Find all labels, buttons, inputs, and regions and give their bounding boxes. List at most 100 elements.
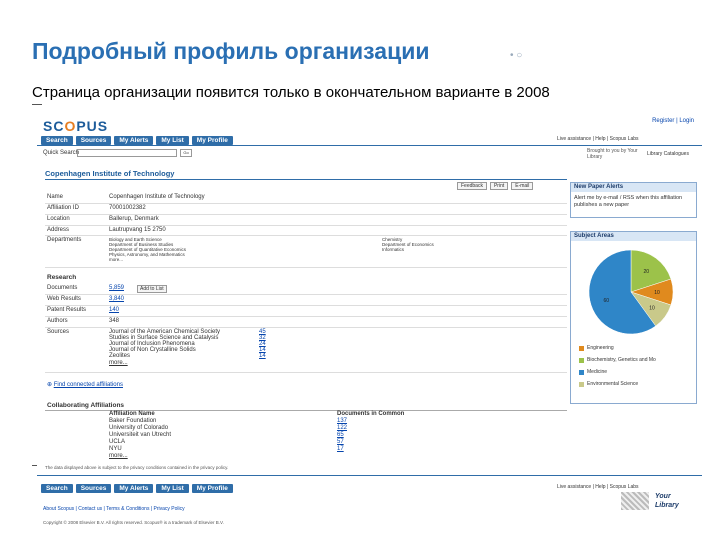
legend-label: Environmental Science — [587, 381, 639, 387]
add-to-list-button[interactable]: Add to List — [137, 285, 167, 293]
register-login-link[interactable]: Register | Login — [652, 118, 694, 124]
your-library-label: Your Library — [655, 493, 679, 509]
departments-more-link[interactable]: more... — [109, 257, 186, 262]
nav-rule — [37, 145, 702, 146]
collab-more-link[interactable]: more... — [109, 453, 128, 459]
row-separator — [45, 305, 567, 306]
your-library-badge[interactable]: Your Library — [621, 482, 701, 530]
row-separator — [45, 214, 567, 215]
subject-pie-chart: 20 10 10 60 — [588, 249, 674, 335]
privacy-note: The data displayed above is subject to t… — [45, 465, 229, 470]
field-value: Lautrupvang 15 2750 — [109, 227, 166, 233]
legend-label: Engineering — [587, 345, 614, 351]
row-separator — [45, 372, 567, 373]
subject-header: Subject Areas — [571, 232, 696, 241]
affiliation-docs-link[interactable]: 122 — [337, 425, 347, 431]
legend-label: Biochemistry, Genetics and Mo — [587, 357, 656, 363]
legend-swatch — [579, 357, 584, 363]
pie-slice-label: 20 — [644, 269, 650, 275]
patent-results-link[interactable]: 140 — [109, 307, 119, 313]
legend-label: Medicine — [587, 369, 608, 375]
pie-slice-label: 60 — [603, 298, 609, 304]
affiliation-name: Baker Foundation — [109, 418, 157, 424]
affiliation-docs-link[interactable]: 57 — [337, 439, 344, 445]
legend-medicine: Medicine — [579, 369, 607, 375]
documents-count-link[interactable]: 5,859 — [109, 285, 124, 291]
source-name[interactable]: Zeolites — [109, 353, 130, 359]
nav-my-alerts[interactable]: My Alerts — [114, 484, 154, 493]
dots-decor: • ○ — [510, 50, 523, 61]
nav-my-list[interactable]: My List — [156, 136, 189, 145]
print-button[interactable]: Print — [489, 182, 509, 190]
authors-count: 348 — [109, 318, 120, 324]
row-separator — [45, 267, 567, 268]
help-links[interactable]: Live assistance | Help | Scopus Labs — [557, 136, 639, 142]
slide-subtitle: Страница организации появится только в о… — [32, 84, 550, 101]
row-separator — [45, 203, 567, 204]
departments-right: Chemistry Department of Economics Inform… — [382, 237, 434, 252]
alerts-header: New Paper Alerts — [571, 183, 696, 192]
affiliation-name: Universiteit van Utrecht — [109, 432, 172, 438]
departments-left: Biology and Earth Science Department of … — [109, 237, 186, 262]
find-connected-affiliations[interactable]: ⊕ Find connected affiliations — [47, 381, 123, 388]
footer-links[interactable]: About Scopus | Contact us | Terms & Cond… — [43, 506, 185, 512]
bottom-nav: Search Sources My Alerts My List My Prof… — [37, 484, 233, 493]
nav-sources[interactable]: Sources — [75, 484, 112, 493]
brought-to-you: Brought to you by Your Library — [587, 148, 638, 160]
quick-search-input[interactable] — [77, 149, 177, 157]
source-count[interactable]: 14 — [259, 353, 266, 359]
field-label: Departments — [47, 237, 82, 243]
add-to-list-label: Add to List — [140, 286, 164, 292]
feedback-button[interactable]: Feedback — [457, 182, 487, 190]
legend-environmental: Environmental Science — [579, 381, 638, 387]
affiliation-docs-link[interactable]: 137 — [337, 418, 347, 424]
quick-search-label: Quick Search — [43, 150, 80, 156]
legend-swatch — [579, 369, 584, 375]
affiliation-docs-link[interactable]: 65 — [337, 432, 344, 438]
email-button[interactable]: E-mail — [511, 182, 534, 190]
scopus-logo[interactable]: SCOPUS — [43, 118, 108, 134]
field-value: 70001002382 — [109, 205, 146, 211]
slide-title: Подробный профиль организации — [32, 38, 430, 64]
alerts-text[interactable]: Alert me by e-mail / RSS when this affil… — [571, 192, 696, 212]
nav-my-list[interactable]: My List — [156, 484, 189, 493]
web-results-link[interactable]: 3,840 — [109, 296, 124, 302]
footer-rule — [37, 475, 702, 476]
affiliation-docs-link[interactable]: 17 — [337, 446, 344, 452]
collab-header: Collaborating Affiliations — [47, 402, 125, 409]
title-rule — [45, 179, 567, 180]
pie-slice-label: 10 — [654, 290, 660, 296]
collab-col-docs: Documents in Common — [337, 411, 405, 417]
scopus-screenshot: SCOPUS Register | Login Search Sources M… — [37, 114, 702, 532]
library-catalogue-link[interactable]: Library Catalogues — [647, 151, 689, 157]
nav-search[interactable]: Search — [41, 484, 73, 493]
sources-more-link[interactable]: more... — [109, 360, 128, 366]
research-label: Web Results — [47, 296, 81, 302]
row-separator — [45, 327, 567, 328]
legend-engineering: Engineering — [579, 345, 614, 351]
nav-my-profile[interactable]: My Profile — [191, 136, 233, 145]
subject-areas-panel: Subject Areas 20 10 10 60 Engineering Bioch… — [570, 231, 697, 404]
affiliation-name: University of Colorado — [109, 425, 169, 431]
row-separator — [45, 225, 567, 226]
profile-title: Copenhagen Institute of Technology — [45, 169, 175, 178]
field-value: Copenhagen Institute of Technology — [109, 194, 205, 200]
copyright: Copyright © 2008 Elsevier B.V. All right… — [43, 520, 224, 525]
pie-slice-label: 10 — [649, 305, 655, 311]
research-label: Documents — [47, 285, 78, 291]
research-label: Authors — [47, 318, 68, 324]
legend-biochemistry: Biochemistry, Genetics and Mo — [579, 357, 656, 363]
field-label: Affiliation ID — [47, 205, 79, 211]
nav-my-profile[interactable]: My Profile — [191, 484, 233, 493]
nav-my-alerts[interactable]: My Alerts — [114, 136, 154, 145]
profile-tools: Feedback Print E-mail — [457, 182, 534, 190]
row-separator — [45, 294, 567, 295]
research-header: Research — [47, 274, 77, 281]
nav-search[interactable]: Search — [41, 136, 73, 145]
nav-sources[interactable]: Sources — [75, 136, 112, 145]
department-item[interactable]: Informatics — [382, 247, 434, 252]
row-separator — [45, 235, 567, 236]
legend-swatch — [579, 345, 584, 351]
field-label: Location — [47, 216, 70, 222]
quick-search-go-button[interactable]: Go — [180, 149, 192, 157]
